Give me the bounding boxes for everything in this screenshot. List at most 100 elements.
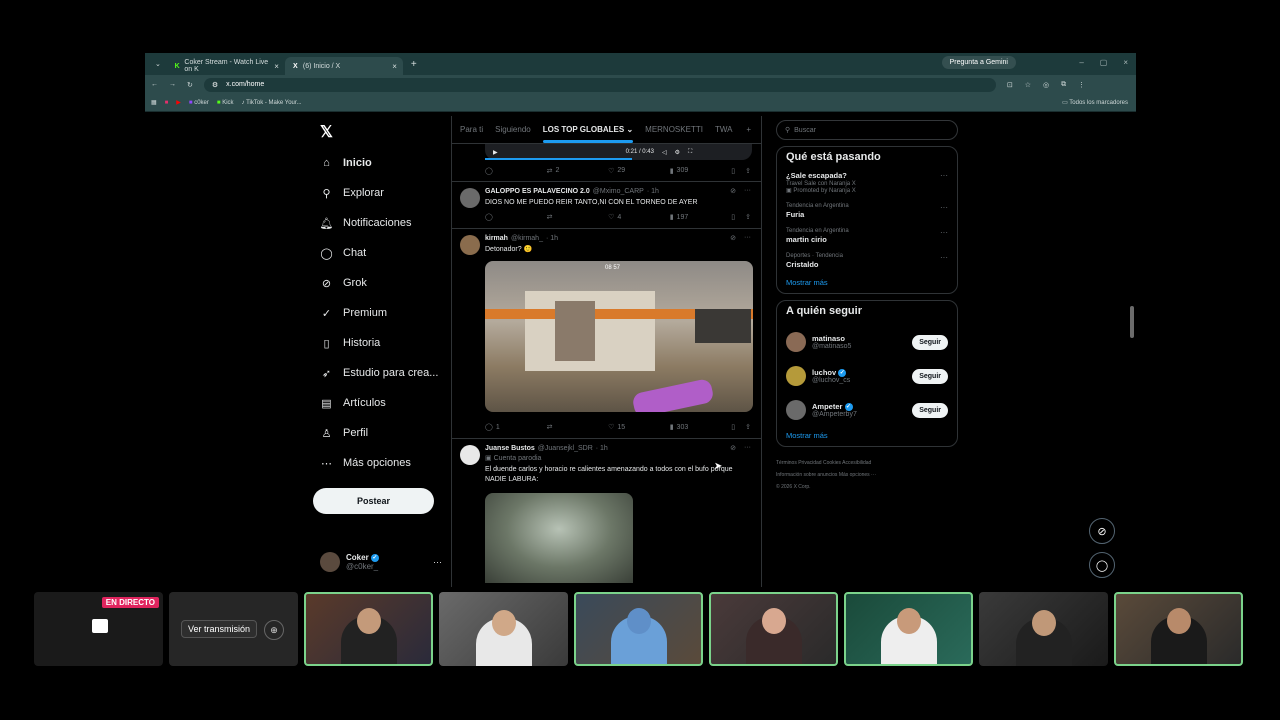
url-field[interactable]: ⚙ x.com/home (203, 77, 996, 92)
follow-item[interactable]: matinaso @matinaso5 Seguir (786, 325, 948, 359)
views-button[interactable]: ▮ 197 (670, 213, 732, 222)
back-icon[interactable]: ← (151, 81, 158, 88)
reply-icon[interactable]: ◯ (485, 167, 547, 175)
watch-stream-button[interactable]: Ver transmisión (181, 620, 258, 638)
new-tab-button[interactable]: + (403, 59, 425, 70)
nav-premium[interactable]: ✓ Premium (313, 298, 453, 328)
grok-icon[interactable]: ⊘ (730, 444, 736, 452)
stream-preview[interactable]: EN DIRECTO (34, 592, 163, 666)
nav-chat[interactable]: ◯ Chat (313, 238, 453, 268)
like-button[interactable]: ♡ 4 (608, 213, 670, 222)
tweet-handle[interactable]: @Juansejkl_SDR (538, 445, 593, 452)
bookmark-icon[interactable]: ▯ (731, 213, 735, 221)
popout-icon[interactable]: ⊕ (264, 620, 284, 640)
views-button[interactable]: ▮ 309 (670, 167, 732, 175)
avatar[interactable] (786, 366, 806, 386)
volume-icon[interactable]: ◁ (662, 149, 667, 156)
video-progress[interactable] (485, 158, 632, 160)
tab-kick[interactable]: K Coker Stream - Watch Live on K × (167, 57, 285, 75)
bookmark-icon[interactable]: ▯ (731, 423, 735, 431)
gemini-button[interactable]: Pregunta a Gemini (941, 56, 1016, 69)
tweet-image[interactable] (485, 493, 633, 583)
trend-item[interactable]: Tendencia en Argentina martin cirio ··· (786, 228, 948, 244)
bookmark-c0ker[interactable]: ■ c0ker (189, 100, 209, 106)
tweet[interactable]: kirmah @kirmah_ · 1h ⊘ ··· Detonador? 🙂 0… (452, 229, 761, 439)
post-button[interactable]: Postear (313, 488, 434, 514)
nav-profile[interactable]: ♙ Perfil (313, 418, 453, 448)
star-icon[interactable]: ☆ (1025, 81, 1031, 89)
participant-video[interactable] (304, 592, 433, 666)
maximize-icon[interactable]: ▢ (1100, 58, 1108, 67)
close-window-icon[interactable]: × (1123, 58, 1128, 67)
settings-icon[interactable]: ⚙ (675, 149, 680, 156)
more-icon[interactable]: ··· (940, 171, 948, 180)
tweet-video[interactable]: 08 57 (485, 261, 753, 412)
tweet-author[interactable]: kirmah (485, 235, 508, 242)
page-scrollbar[interactable] (1129, 118, 1135, 587)
participant-video[interactable] (1114, 592, 1243, 666)
nav-history[interactable]: ▯ Historia (313, 328, 453, 358)
grok-icon[interactable]: ⊘ (1089, 518, 1115, 544)
extension-icon[interactable]: ◎ (1043, 81, 1049, 89)
scroll-thumb[interactable] (1130, 306, 1134, 338)
avatar[interactable] (460, 188, 480, 208)
reload-icon[interactable]: ↻ (187, 81, 193, 89)
search-input[interactable]: ⚲ Buscar (776, 120, 958, 140)
minimize-icon[interactable]: – (1079, 58, 1083, 67)
tweet-author[interactable]: GALOPPO ES PALAVECINO 2.0 (485, 188, 590, 195)
reply-icon[interactable]: ◯ (485, 213, 547, 221)
follow-button[interactable]: Seguir (912, 402, 948, 418)
show-more-link[interactable]: Mostrar más (786, 278, 948, 287)
like-button[interactable]: ♡ 15 (608, 423, 670, 432)
play-icon[interactable]: ▶ (493, 149, 498, 156)
participant-video[interactable] (709, 592, 838, 666)
nav-more[interactable]: ⋯ Más opciones (313, 448, 453, 478)
bookmark-kick[interactable]: ■ Kick (217, 100, 234, 106)
follow-button[interactable]: Seguir (912, 368, 948, 384)
share-icon[interactable]: ⇪ (745, 213, 751, 221)
avatar[interactable] (786, 400, 806, 420)
puzzle-icon[interactable]: ⧉ (1061, 81, 1066, 89)
more-icon[interactable]: ··· (744, 234, 751, 242)
video-controls[interactable]: ▶ 0:21 / 0:43 ◁ ⚙ ⛶ (485, 144, 752, 160)
avatar[interactable] (460, 445, 480, 465)
nav-explore[interactable]: ⚲ Explorar (313, 178, 453, 208)
more-icon[interactable]: ··· (744, 444, 751, 452)
follow-item[interactable]: Ampeter ✓ @Ampeterby7 Seguir (786, 393, 948, 427)
follow-button[interactable]: Seguir (912, 334, 948, 350)
avatar[interactable] (460, 235, 480, 255)
close-icon[interactable]: × (392, 62, 397, 71)
tab-x[interactable]: X (6) Inicio / X × (284, 57, 403, 75)
nav-notifications[interactable]: 🔔︎ Notificaciones (313, 208, 453, 238)
grok-icon[interactable]: ⊘ (730, 187, 736, 195)
trend-item[interactable]: Tendencia en Argentina Furia ··· (786, 203, 948, 219)
more-icon[interactable]: ··· (940, 228, 948, 237)
views-button[interactable]: ▮ 303 (670, 423, 732, 432)
trend-item[interactable]: Deportes · Tendencia Cristaldo ··· (786, 253, 948, 269)
trend-item[interactable]: ¿Sale escapada? Travel Sale con Naranja … (786, 171, 948, 194)
site-info-icon[interactable]: ⚙ (212, 81, 218, 89)
more-icon[interactable]: ··· (940, 203, 948, 212)
watch-stream-tile[interactable]: Ver transmisión ⊕ (169, 592, 298, 666)
grok-icon[interactable]: ⊘ (730, 234, 736, 242)
participant-video[interactable] (979, 592, 1108, 666)
share-icon[interactable]: ⇪ (745, 167, 751, 175)
participant-video[interactable] (574, 592, 703, 666)
more-icon[interactable]: ··· (744, 187, 751, 195)
tweet-handle[interactable]: @kirmah_ (511, 235, 543, 242)
participant-video[interactable] (844, 592, 973, 666)
more-icon[interactable]: ··· (940, 253, 948, 262)
retweet-button[interactable]: ⇄ 2 (547, 167, 609, 175)
youtube-icon[interactable]: ▶ (176, 99, 181, 106)
nav-home[interactable]: ⌂ Inicio (313, 148, 453, 178)
nav-creator-studio[interactable]: ➶ Estudio para crea... (313, 358, 453, 388)
apps-icon[interactable]: ▦ (151, 99, 157, 106)
more-icon[interactable]: ··· (433, 557, 442, 567)
tab-top-globales[interactable]: LOS TOP GLOBALES ⌄ (542, 125, 634, 143)
tweet[interactable]: GALOPPO ES PALAVECINO 2.0 @Mximo_CARP · … (452, 182, 761, 229)
reply-button[interactable]: ◯ 1 (485, 423, 547, 432)
tab-twa[interactable]: TWA (715, 125, 732, 134)
retweet-icon[interactable]: ⇄ (547, 423, 609, 431)
nav-grok[interactable]: ⊘ Grok (313, 268, 453, 298)
bookmark-icon[interactable]: ▯ (731, 167, 735, 175)
